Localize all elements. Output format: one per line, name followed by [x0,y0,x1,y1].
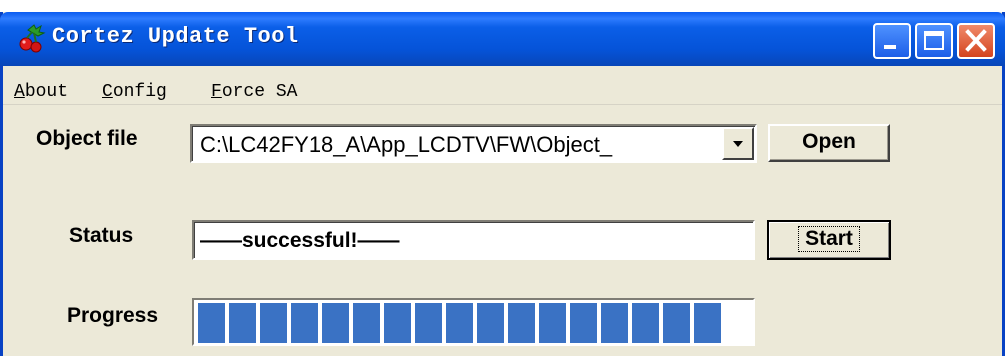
progress-label: Progress [67,304,159,327]
status-text: ——successful!—— [200,229,400,252]
app-berry-icon [19,24,46,53]
title-bar[interactable]: Cortez Update Tool [0,12,1005,66]
open-button[interactable]: Open [768,124,890,162]
progress-block [198,303,225,343]
menu-force-sa[interactable]: Force SA [211,82,297,102]
start-button-label: Start [798,226,860,252]
maximize-button[interactable] [915,23,953,59]
menu-config-hotkey: C [102,82,113,102]
main-window: Cortez Update Tool About Config Force SA [0,12,1005,356]
menu-config[interactable]: Config [102,82,167,102]
menu-force-sa-hotkey: F [211,82,222,102]
minimize-button[interactable] [873,23,911,59]
progress-block [353,303,380,343]
progress-block [663,303,690,343]
object-file-dropdown-button[interactable] [722,127,754,160]
status-label: Status [69,224,134,247]
progress-block [601,303,628,343]
minimize-icon [884,45,896,49]
maximize-icon [924,31,944,50]
progress-block [229,303,256,343]
chevron-down-icon [733,141,743,147]
progress-track [198,303,751,343]
progress-fill [198,303,751,343]
progress-block [415,303,442,343]
object-file-label: Object file [36,127,138,150]
progress-block [539,303,566,343]
menu-about-label: bout [24,82,69,102]
progress-block [508,303,535,343]
menu-about[interactable]: About [14,82,68,102]
object-file-combobox[interactable]: C:\LC42FY18_A\App_LCDTV\FW\Object_ [190,124,757,163]
progress-block [260,303,287,343]
progress-bar [192,298,755,346]
menu-force-sa-label: orce SA [221,82,298,102]
progress-block [477,303,504,343]
window-title: Cortez Update Tool [52,24,299,49]
progress-block [570,303,597,343]
progress-block [384,303,411,343]
progress-block [446,303,473,343]
object-file-value: C:\LC42FY18_A\App_LCDTV\FW\Object_ [200,132,613,157]
progress-block [632,303,659,343]
menu-bar: About Config Force SA [3,66,1002,105]
menu-about-hotkey: A [14,82,25,102]
progress-block [291,303,318,343]
progress-block [694,303,721,343]
progress-block [322,303,349,343]
status-field: ——successful!—— [192,220,755,260]
close-button[interactable] [957,23,995,59]
menu-config-label: onfig [112,82,167,102]
start-button[interactable]: Start [767,220,891,260]
close-icon [965,29,987,52]
